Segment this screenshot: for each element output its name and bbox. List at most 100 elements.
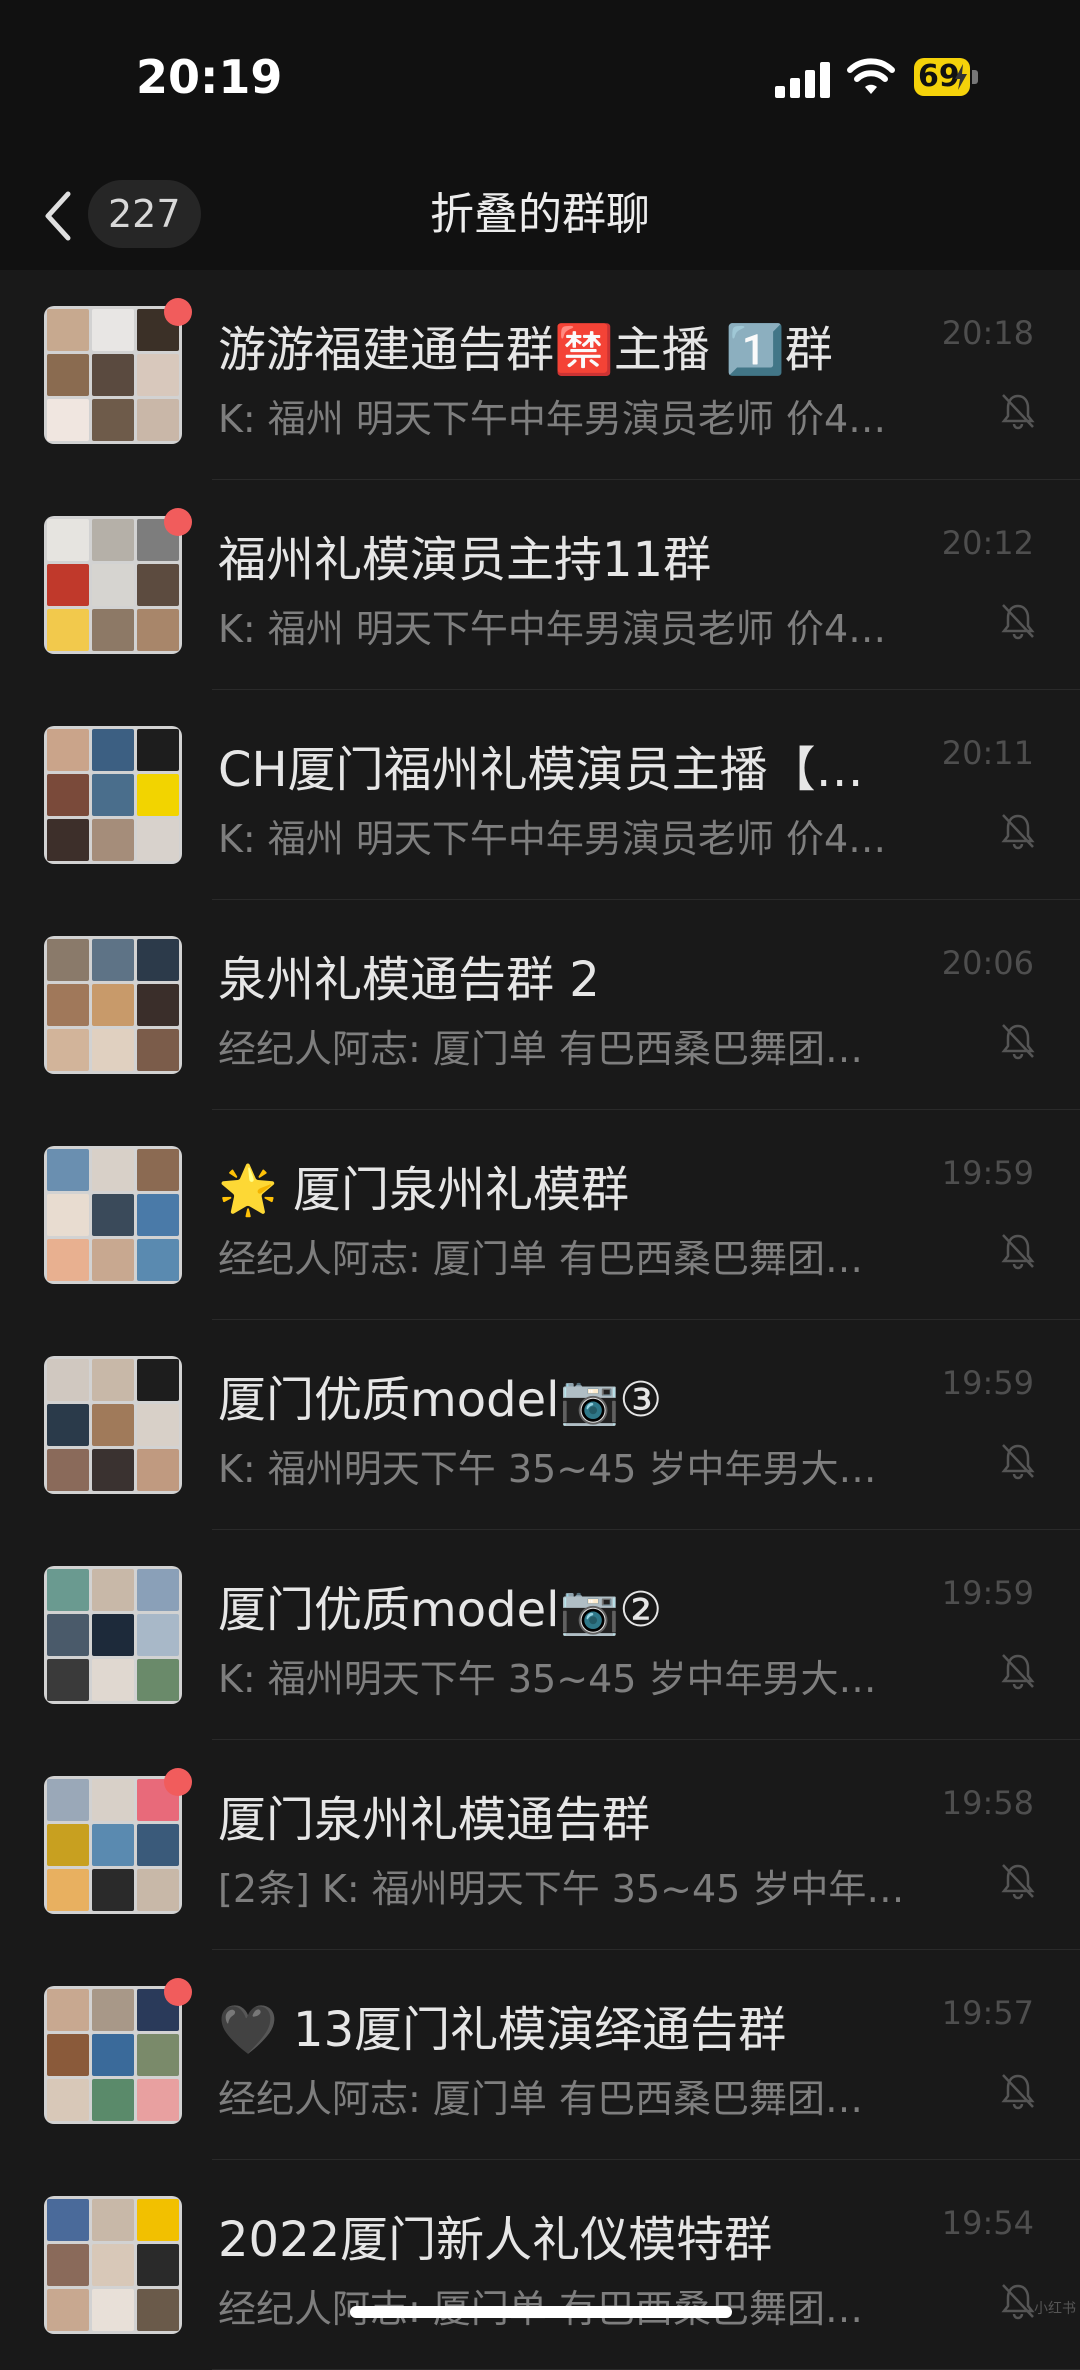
avatar-tile	[137, 1614, 179, 1656]
chat-name: CH厦门福州礼模演员主播【…	[218, 742, 864, 798]
avatar-tile	[137, 1359, 179, 1401]
avatar-tile	[92, 1194, 134, 1236]
avatar-tile	[92, 1989, 134, 2031]
chat-row[interactable]: 福州礼模演员主持11群 20:12 K: 福州 明天下午中年男演员老师 价4…	[0, 480, 1080, 690]
chat-row[interactable]: 厦门优质model📷② 19:59 K: 福州明天下午 35~45 岁中年男大…	[0, 1530, 1080, 1740]
avatar-tile	[137, 2034, 179, 2076]
mute-bell-icon	[1001, 1024, 1035, 1060]
avatar-tile	[47, 1614, 89, 1656]
watermark: 小红书	[1034, 2301, 1076, 2317]
chat-name: 厦门泉州礼模通告群	[218, 1792, 651, 1848]
avatar-tile	[47, 1359, 89, 1401]
avatar-tile	[92, 939, 134, 981]
avatar-tile	[92, 354, 134, 396]
wifi-icon	[847, 58, 895, 94]
avatar-tile	[92, 729, 134, 771]
chat-preview: 经纪人阿志: 厦门单 有巴西桑巴舞团…	[218, 1027, 863, 1071]
group-avatar	[44, 936, 182, 1074]
chat-list: 游游福建通告群🈲主播 1️⃣群 20:18 K: 福州 明天下午中年男演员老师 …	[0, 270, 1080, 2370]
chat-preview: K: 福州明天下午 35~45 岁中年男大…	[218, 1657, 877, 1701]
avatar-tile	[137, 354, 179, 396]
avatar-tile	[47, 2289, 89, 2331]
avatar-tile	[137, 1569, 179, 1611]
home-indicator[interactable]	[350, 2306, 732, 2318]
avatar-tile	[47, 1989, 89, 2031]
chat-name: 🖤 13厦门礼模演绎通告群	[218, 2002, 787, 2058]
avatar-tile	[137, 1149, 179, 1191]
group-avatar	[44, 1146, 182, 1284]
unread-dot	[164, 508, 192, 536]
chat-time: 20:11	[941, 734, 1034, 772]
avatar-tile	[137, 1194, 179, 1236]
avatar-tile	[47, 564, 89, 606]
chat-time: 19:57	[941, 1994, 1034, 2032]
chat-time: 19:59	[941, 1154, 1034, 1192]
back-button-count[interactable]: 227	[88, 180, 201, 248]
chevron-left-icon[interactable]	[40, 188, 76, 244]
mute-bell-icon	[1001, 394, 1035, 430]
avatar-tile	[137, 2289, 179, 2331]
group-avatar	[44, 1776, 182, 1914]
mute-bell-icon	[1001, 1864, 1035, 1900]
avatar-tile	[137, 1659, 179, 1701]
mute-bell-icon	[1001, 604, 1035, 640]
avatar-tile	[92, 309, 134, 351]
chat-time: 20:06	[941, 944, 1034, 982]
chat-name: 福州礼模演员主持11群	[218, 532, 712, 588]
avatar-tile	[47, 1149, 89, 1191]
group-avatar	[44, 1356, 182, 1494]
chat-row[interactable]: 泉州礼模通告群 2 20:06 经纪人阿志: 厦门单 有巴西桑巴舞团…	[0, 900, 1080, 1110]
chat-name: 泉州礼模通告群 2	[218, 952, 600, 1008]
avatar-tile	[92, 1779, 134, 1821]
avatar-tile	[92, 774, 134, 816]
chat-row[interactable]: CH厦门福州礼模演员主播【… 20:11 K: 福州 明天下午中年男演员老师 价…	[0, 690, 1080, 900]
chat-row[interactable]: 🌟 厦门泉州礼模群 19:59 经纪人阿志: 厦门单 有巴西桑巴舞团…	[0, 1110, 1080, 1320]
avatar-tile	[47, 399, 89, 441]
avatar-tile	[92, 1404, 134, 1446]
chat-preview: K: 福州 明天下午中年男演员老师 价4…	[218, 397, 887, 441]
avatar-tile	[92, 984, 134, 1026]
mute-bell-icon	[1001, 2074, 1035, 2110]
avatar-tile	[137, 729, 179, 771]
chat-time: 20:18	[941, 314, 1034, 352]
avatar-tile	[47, 1404, 89, 1446]
chat-time: 19:59	[941, 1364, 1034, 1402]
avatar-tile	[92, 2199, 134, 2241]
chat-row[interactable]: 2022厦门新人礼仪模特群 19:54 经纪人阿志: 厦门单 有巴西桑巴舞团…	[0, 2160, 1080, 2370]
unread-dot	[164, 298, 192, 326]
avatar-tile	[137, 1824, 179, 1866]
avatar-tile	[137, 819, 179, 861]
avatar-tile	[137, 2199, 179, 2241]
battery-level: 69	[918, 59, 960, 94]
chat-name: 厦门优质model📷②	[218, 1582, 663, 1638]
group-avatar	[44, 1566, 182, 1704]
group-avatar	[44, 1986, 182, 2124]
mute-bell-icon	[1001, 1234, 1035, 1270]
avatar-tile	[92, 2079, 134, 2121]
unread-dot	[164, 1978, 192, 2006]
avatar-tile	[92, 1149, 134, 1191]
status-time: 20:19	[136, 50, 283, 104]
avatar-tile	[47, 2079, 89, 2121]
avatar-tile	[92, 1659, 134, 1701]
signal-bars-icon	[775, 60, 831, 98]
avatar-tile	[47, 1449, 89, 1491]
avatar-tile	[137, 984, 179, 1026]
avatar-tile	[137, 1404, 179, 1446]
chat-name: 游游福建通告群🈲主播 1️⃣群	[218, 322, 833, 378]
chat-row[interactable]: 🖤 13厦门礼模演绎通告群 19:57 经纪人阿志: 厦门单 有巴西桑巴舞团…	[0, 1950, 1080, 2160]
avatar-tile	[47, 939, 89, 981]
avatar-tile	[47, 1569, 89, 1611]
mute-bell-icon	[1001, 1654, 1035, 1690]
chat-time: 20:12	[941, 524, 1034, 562]
avatar-tile	[92, 1569, 134, 1611]
group-avatar	[44, 516, 182, 654]
chat-row[interactable]: 游游福建通告群🈲主播 1️⃣群 20:18 K: 福州 明天下午中年男演员老师 …	[0, 270, 1080, 480]
avatar-tile	[47, 1869, 89, 1911]
chat-name: 2022厦门新人礼仪模特群	[218, 2212, 773, 2268]
avatar-tile	[47, 609, 89, 651]
avatar-tile	[47, 1194, 89, 1236]
chat-row[interactable]: 厦门泉州礼模通告群 19:58 [2条] K: 福州明天下午 35~45 岁中年…	[0, 1740, 1080, 1950]
group-avatar	[44, 2196, 182, 2334]
chat-row[interactable]: 厦门优质model📷③ 19:59 K: 福州明天下午 35~45 岁中年男大…	[0, 1320, 1080, 1530]
